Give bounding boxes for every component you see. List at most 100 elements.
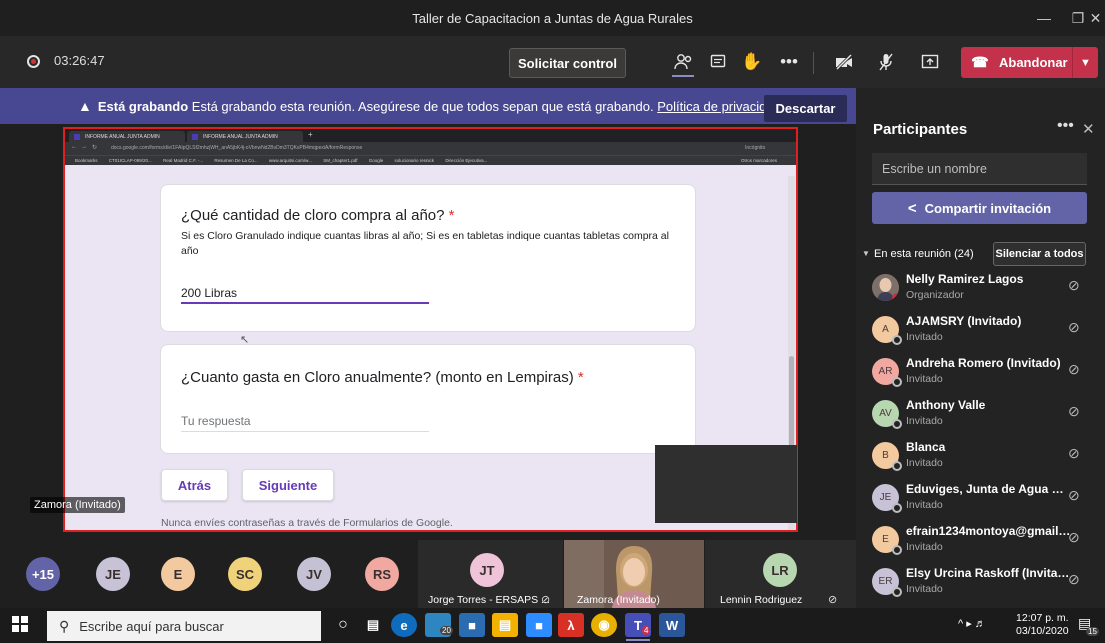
- zoom-icon[interactable]: ■: [526, 613, 552, 637]
- file-explorer-icon[interactable]: ▤: [492, 613, 518, 637]
- participant-role: Invitado: [906, 415, 943, 427]
- question-description: Si es Cloro Granulado indique cuantas li…: [181, 230, 669, 257]
- participant-photo: [872, 274, 899, 301]
- close-icon[interactable]: ✕: [1086, 0, 1105, 36]
- more-actions-icon[interactable]: •••: [773, 46, 805, 78]
- participant-avatar[interactable]: JV: [297, 557, 331, 591]
- more-options-icon[interactable]: •••: [1057, 117, 1074, 135]
- participant-tile-name: Zamora (Invitado): [577, 594, 660, 606]
- bookmark-item[interactable]: solucionario resnick: [395, 158, 435, 163]
- bookmark-item[interactable]: www.arquitsi.com/w...: [269, 158, 312, 163]
- close-panel-icon[interactable]: ✕: [1082, 120, 1095, 138]
- bookmark-item[interactable]: SM_chapter1.pdf: [323, 158, 357, 163]
- mute-all-button[interactable]: Silenciar a todos: [993, 242, 1086, 266]
- mic-off-icon: ⊘: [1068, 319, 1080, 335]
- bookmark-item[interactable]: Google: [369, 158, 384, 163]
- participant-row[interactable]: AV Anthony Valle Invitado ⊘: [868, 394, 1098, 434]
- participant-row[interactable]: JE Eduviges, Junta de Agua Ceib... Invit…: [868, 478, 1098, 518]
- reload-icon[interactable]: ↻: [92, 144, 97, 151]
- participant-avatar: ER: [872, 568, 902, 597]
- presence-badge: [892, 293, 899, 301]
- participant-name: efrain1234montoya@gmail.c...: [906, 524, 1071, 538]
- bookmark-item[interactable]: Real Madrid C.F. -...: [163, 158, 203, 163]
- store-icon[interactable]: ■: [459, 613, 485, 637]
- participant-row[interactable]: E efrain1234montoya@gmail.c... Invitado …: [868, 520, 1098, 560]
- chrome-icon[interactable]: ◉: [591, 613, 617, 637]
- panel-title: Participantes: [873, 121, 968, 138]
- participant-name: Andreha Romero (Invitado): [906, 356, 1061, 370]
- word-icon[interactable]: W: [659, 613, 685, 637]
- system-tray-icons[interactable]: ^ ▸ ♬: [958, 617, 986, 630]
- participant-tile-name: Lennin Rodriguez: [720, 594, 803, 606]
- meeting-timer: 03:26:47: [54, 53, 105, 68]
- taskbar-clock[interactable]: 12:07 p. m. 03/10/2020: [1016, 612, 1069, 638]
- participant-role: Invitado: [906, 457, 943, 469]
- acrobat-icon[interactable]: λ: [558, 613, 584, 637]
- chlorine-cost-input[interactable]: Tu respuesta: [181, 414, 251, 428]
- recording-banner-message: Está grabando esta reunión. Asegúrese de…: [191, 98, 654, 114]
- participant-avatar: AV: [872, 400, 902, 429]
- chevron-down-icon[interactable]: ▼: [1072, 47, 1098, 78]
- browser-url[interactable]: docs.google.com/forms/d/e/1FAIpQLSf2mhzj…: [111, 145, 362, 151]
- participant-name: Eduviges, Junta de Agua Ceib...: [906, 482, 1071, 496]
- chat-icon[interactable]: [702, 46, 734, 78]
- cortana-icon[interactable]: ○: [330, 613, 356, 637]
- mic-off-icon: ⊘: [1068, 361, 1080, 377]
- request-control-button[interactable]: Solicitar control: [509, 48, 626, 78]
- participant-avatar[interactable]: E: [161, 557, 195, 591]
- presence-badge: [892, 503, 902, 513]
- participant-row[interactable]: A AJAMSRY (Invitado) Invitado ⊘: [868, 310, 1098, 350]
- participant-row[interactable]: ER Elsy Urcina Raskoff (Invitado) Invita…: [868, 562, 1098, 602]
- share-screen-icon[interactable]: [914, 46, 946, 78]
- bookmark-item[interactable]: Bookmarks: [75, 158, 98, 163]
- participants-active-indicator: [672, 75, 694, 77]
- raise-hand-icon[interactable]: ✋: [736, 46, 768, 78]
- taskbar-search-box[interactable]: ⚲ Escribe aquí para buscar: [47, 611, 321, 641]
- participants-icon[interactable]: [668, 46, 700, 78]
- chevron-down-icon[interactable]: ▼: [862, 249, 870, 258]
- presence-badge: [892, 335, 902, 345]
- search-icon: ⚲: [59, 617, 70, 634]
- participant-tile-name: Jorge Torres - ERSAPS ...: [428, 594, 550, 606]
- presence-badge: [892, 419, 902, 429]
- bookmark-item[interactable]: Dirección Ejecutiva...: [445, 158, 487, 163]
- participant-row[interactable]: AR Andreha Romero (Invitado) Invitado ⊘: [868, 352, 1098, 392]
- dismiss-button[interactable]: Descartar: [764, 95, 847, 122]
- next-button[interactable]: Siguiente: [242, 469, 334, 501]
- participant-avatar[interactable]: SC: [228, 557, 262, 591]
- leave-button[interactable]: ☎ Abandonar ▼: [961, 47, 1098, 78]
- windows-start-icon[interactable]: [12, 616, 28, 637]
- share-invite-button[interactable]: < Compartir invitación: [872, 192, 1087, 224]
- forward-icon[interactable]: →: [81, 144, 87, 150]
- leave-button-label: Abandonar: [999, 55, 1068, 70]
- privacy-policy-link[interactable]: Política de privacidad: [657, 99, 781, 114]
- participant-avatar[interactable]: RS: [365, 557, 399, 591]
- task-view-icon[interactable]: ▤: [360, 613, 386, 637]
- toolbar-divider: [813, 52, 814, 74]
- participant-role: Invitado: [906, 541, 943, 553]
- browser-tab[interactable]: INFORME ANUAL JUNTA ADMIN: [187, 131, 303, 142]
- back-button[interactable]: Atrás: [161, 469, 228, 501]
- participant-avatar: AR: [872, 358, 902, 387]
- new-tab-icon[interactable]: +: [308, 130, 313, 139]
- participant-row[interactable]: Nelly Ramirez Lagos Organizador ⊘: [868, 268, 1098, 308]
- participant-search-input[interactable]: [872, 153, 1087, 185]
- bookmark-item[interactable]: Resumen De La Co...: [214, 158, 257, 163]
- bookmark-item[interactable]: CT01ICLAP-099/20...: [109, 158, 152, 163]
- participant-name: AJAMSRY (Invitado): [906, 314, 1022, 328]
- participant-avatar[interactable]: JE: [96, 557, 130, 591]
- mic-off-icon[interactable]: [870, 46, 902, 78]
- edge-icon[interactable]: e: [391, 613, 417, 637]
- participant-name: Blanca: [906, 440, 946, 454]
- bookmark-item[interactable]: Otros marcadores: [741, 158, 777, 163]
- more-participants-button[interactable]: +15: [26, 557, 60, 591]
- mic-off-icon: ⊘: [541, 594, 551, 606]
- chlorine-quantity-input[interactable]: 200 Libras: [181, 286, 237, 300]
- participant-avatar: JT: [470, 553, 504, 587]
- browser-tab[interactable]: INFORME ANUAL JUNTA ADMIN: [69, 131, 185, 142]
- participant-row[interactable]: B Blanca Invitado ⊘: [868, 436, 1098, 476]
- password-warning: Nunca envíes contraseñas a través de For…: [161, 517, 453, 529]
- back-icon[interactable]: ←: [71, 144, 77, 150]
- mic-off-icon: ⊘: [1068, 445, 1080, 461]
- camera-off-icon[interactable]: [828, 46, 860, 78]
